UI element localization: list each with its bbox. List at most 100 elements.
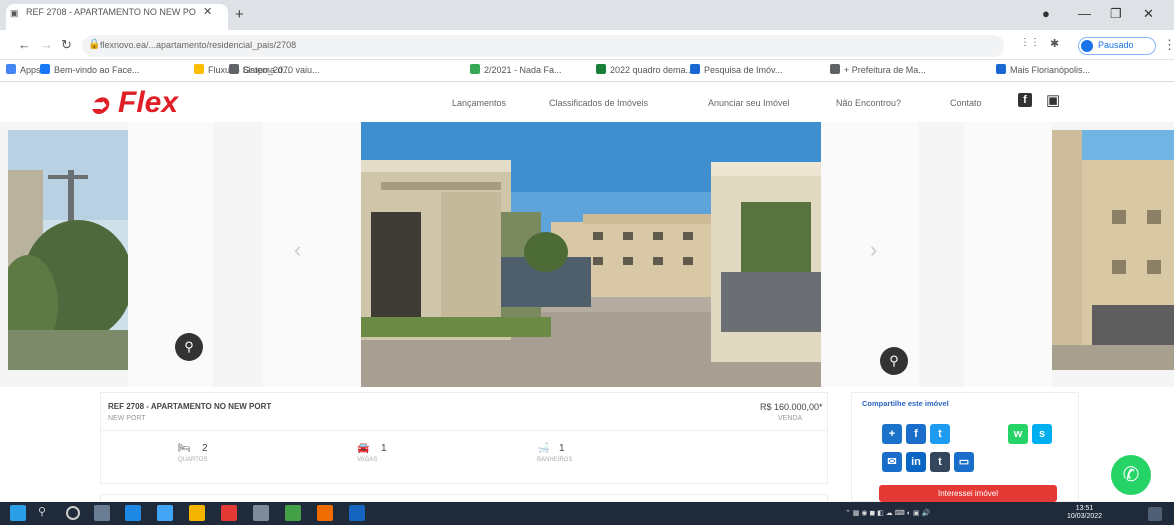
tab-title: REF 2708 - APARTAMENTO NO NEW PORT <box>26 7 196 17</box>
bookmark-item[interactable]: Bem-vindo ao Face... <box>40 64 140 75</box>
notifications-icon[interactable] <box>1148 507 1162 521</box>
logo-icon[interactable]: ➲ <box>88 89 110 120</box>
feature-parking-label: VAGAS <box>357 457 378 463</box>
bookmark-item[interactable]: Grupo_2070 vaiu... <box>229 64 320 75</box>
bookmark-label: Grupo_2070 vaiu... <box>243 65 320 75</box>
cortana-icon[interactable] <box>66 506 80 520</box>
nav-classificados[interactable]: Classificados de Imóveis <box>549 98 648 108</box>
forward-icon[interactable]: → <box>40 37 53 52</box>
menu-icon[interactable]: ⋮ <box>1163 37 1174 53</box>
clock-date: 10/03/2022 <box>1067 513 1103 520</box>
taskbar-clock[interactable]: 13:51 10/03/2022 <box>1067 505 1102 521</box>
skype-share-icon[interactable]: s <box>1032 424 1052 444</box>
start-icon[interactable] <box>10 505 26 521</box>
task-view-icon[interactable] <box>94 505 110 521</box>
email-share-icon[interactable]: ✉ <box>882 452 902 472</box>
bookmark-label: + Prefeitura de Ma... <box>844 65 926 75</box>
new-tab-icon[interactable]: + <box>235 6 244 23</box>
maximize-icon[interactable]: ❐ <box>1110 6 1122 22</box>
bookmark-favicon-icon <box>40 64 50 74</box>
nav-nao-encontrou[interactable]: Não Encontrou? <box>836 98 901 108</box>
bookmark-favicon-icon <box>194 64 204 74</box>
bookmark-item[interactable]: Apps <box>6 64 41 75</box>
listing-price: R$ 160.000,00* <box>760 402 823 412</box>
bookmark-label: Mais Florianópolis... <box>1010 65 1091 75</box>
bookmark-label: Pesquisa de Imóv... <box>704 65 783 75</box>
more-share-icon[interactable]: ▭ <box>954 452 974 472</box>
bookmark-favicon-icon <box>6 64 16 74</box>
feature-parking-value: 1 <box>381 443 387 454</box>
profile-label: Pausado <box>1098 40 1134 50</box>
share-plus-icon[interactable]: + <box>882 424 902 444</box>
bath-icon: 🛁 <box>537 443 550 454</box>
bookmark-item[interactable]: Pesquisa de Imóv... <box>690 64 782 75</box>
facebook-icon[interactable]: f <box>1018 93 1032 107</box>
twitter-share-icon[interactable]: t <box>930 424 950 444</box>
nav-anunciar[interactable]: Anunciar seu Imóvel <box>708 98 790 108</box>
zoom-icon[interactable]: ⚲ <box>175 333 203 361</box>
gallery-photo-right[interactable] <box>1052 130 1174 370</box>
tab-close-icon[interactable]: ✕ <box>203 5 212 18</box>
bookmark-favicon-icon <box>996 64 1006 74</box>
lock-icon: 🔒 <box>88 39 101 50</box>
nav-contato[interactable]: Contato <box>950 98 982 108</box>
car-icon: 🚘 <box>357 443 370 454</box>
features-row <box>100 430 828 484</box>
tab-search-icon[interactable]: ● <box>1042 6 1050 21</box>
bookmark-label: Apps <box>20 65 41 75</box>
facebook-share-icon[interactable]: f <box>906 424 926 444</box>
feature-bedrooms-value: 2 <box>202 443 208 454</box>
bookmark-favicon-icon <box>229 64 239 74</box>
bookmark-item[interactable]: Mais Florianópolis... <box>996 64 1090 75</box>
app-icon[interactable] <box>317 505 333 521</box>
share-title: Compartilhe este imóvel <box>862 399 949 408</box>
next-arrow-icon[interactable]: › <box>870 237 877 263</box>
linkedin-share-icon[interactable]: in <box>906 452 926 472</box>
edge-icon[interactable] <box>125 505 141 521</box>
gallery-photo-left[interactable] <box>8 130 128 370</box>
feature-bathrooms-value: 1 <box>559 443 565 454</box>
listing-card-secondary <box>100 494 828 502</box>
bookmark-favicon-icon <box>690 64 700 74</box>
chrome-icon[interactable] <box>221 505 237 521</box>
whatsapp-share-icon[interactable]: w <box>1008 424 1028 444</box>
feature-bathrooms-label: BANHEIROS <box>537 457 573 463</box>
zoom-icon[interactable]: ⚲ <box>880 347 908 375</box>
extensions-icon[interactable]: ⋮⋮ <box>1020 37 1040 48</box>
bookmark-item[interactable]: 2/2021 - Nada Fa... <box>470 64 562 75</box>
feature-bedrooms-label: QUARTOS <box>178 457 208 463</box>
gallery-photo-main[interactable] <box>361 122 821 387</box>
close-window-icon[interactable]: ✕ <box>1143 6 1154 22</box>
clock-time: 13:51 <box>1075 505 1094 512</box>
bed-icon: 🛏 <box>178 443 191 454</box>
bookmark-item[interactable]: 2022 quadro dema... <box>596 64 693 75</box>
bookmark-favicon-icon <box>596 64 606 74</box>
nav-lancamentos[interactable]: Lançamentos <box>452 98 506 108</box>
explorer-icon[interactable] <box>189 505 205 521</box>
whatsapp-float-icon[interactable]: ✆ <box>1111 455 1151 495</box>
bookmark-favicon-icon <box>470 64 480 74</box>
tumblr-share-icon[interactable]: t <box>930 452 950 472</box>
avatar <box>1081 40 1093 52</box>
app-icon[interactable] <box>157 505 173 521</box>
tray-icons[interactable]: ⌃ ▦ ◉ ◼ ◧ ☁ ⌨ ◐ ▣ 🔊 <box>845 509 930 517</box>
excel-icon[interactable] <box>285 505 301 521</box>
youtube-icon[interactable]: ▣ <box>1046 91 1060 109</box>
word-icon[interactable] <box>349 505 365 521</box>
gallery-panel <box>964 122 1052 387</box>
puzzle-icon[interactable]: ✱ <box>1050 37 1059 50</box>
interest-button[interactable]: Interessei imóvel <box>879 485 1057 502</box>
windows-taskbar <box>0 502 1174 525</box>
search-icon[interactable]: ⚲ <box>38 505 54 521</box>
listing-title: REF 2708 - APARTAMENTO NO NEW PORT <box>108 402 272 411</box>
bookmark-favicon-icon <box>830 64 840 74</box>
prev-arrow-icon[interactable]: ‹ <box>294 237 301 263</box>
back-icon[interactable]: ← <box>18 37 31 52</box>
bookmark-label: 2/2021 - Nada Fa... <box>484 65 562 75</box>
site-logo[interactable]: Flex <box>118 86 178 120</box>
reload-icon[interactable]: ↻ <box>61 37 72 53</box>
app-icon[interactable] <box>253 505 269 521</box>
minimize-icon[interactable]: — <box>1078 6 1091 21</box>
listing-price-type: VENDA <box>778 415 803 422</box>
bookmark-item[interactable]: + Prefeitura de Ma... <box>830 64 926 75</box>
